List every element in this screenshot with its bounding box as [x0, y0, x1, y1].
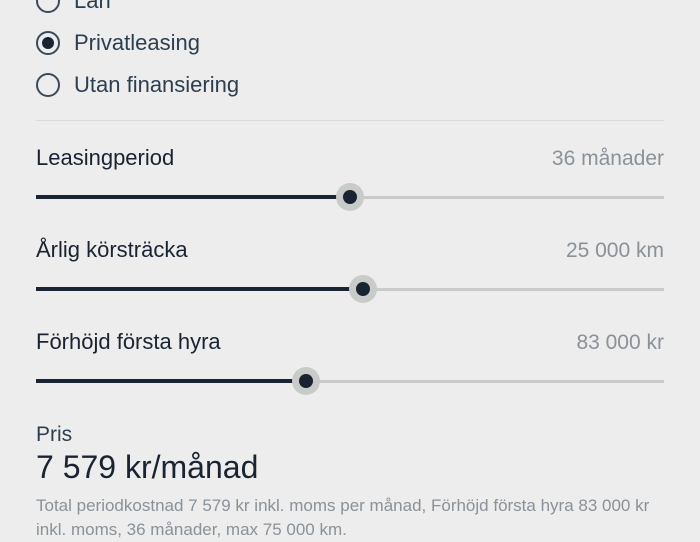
radio-icon — [36, 73, 60, 97]
radio-option-private-leasing[interactable]: Privatleasing — [36, 22, 664, 64]
slider-track[interactable] — [36, 185, 664, 209]
financing-radio-group: Lån Privatleasing Utan finansiering — [36, 0, 664, 106]
price-section: Pris 7 579 kr/månad Total periodkostnad … — [36, 421, 664, 542]
radio-label: Lån — [74, 0, 111, 14]
slider-value: 36 månader — [552, 147, 664, 171]
slider-label: Leasingperiod — [36, 145, 174, 171]
slider-annual-mileage: Årlig körsträcka 25 000 km — [36, 237, 664, 301]
slider-track[interactable] — [36, 369, 664, 393]
price-summary: Total periodkostnad 7 579 kr inkl. moms … — [36, 494, 664, 542]
slider-thumb[interactable] — [349, 275, 377, 303]
slider-thumb[interactable] — [336, 183, 364, 211]
price-amount: 7 579 kr/månad — [36, 449, 664, 486]
radio-icon — [36, 0, 60, 13]
radio-option-no-financing[interactable]: Utan finansiering — [36, 64, 664, 106]
price-label: Pris — [36, 423, 664, 447]
slider-label: Förhöjd första hyra — [36, 329, 221, 355]
slider-down-payment: Förhöjd första hyra 83 000 kr — [36, 329, 664, 393]
radio-option-loan[interactable]: Lån — [36, 0, 664, 22]
slider-thumb[interactable] — [292, 367, 320, 395]
slider-track[interactable] — [36, 277, 664, 301]
slider-value: 83 000 kr — [576, 331, 664, 355]
slider-leasing-period: Leasingperiod 36 månader — [36, 145, 664, 209]
radio-icon-selected — [36, 31, 60, 55]
slider-value: 25 000 km — [566, 239, 664, 263]
radio-label: Utan finansiering — [74, 72, 239, 98]
slider-section: Leasingperiod 36 månader Årlig körsträck… — [36, 121, 664, 393]
slider-label: Årlig körsträcka — [36, 237, 188, 263]
radio-label: Privatleasing — [74, 30, 200, 56]
